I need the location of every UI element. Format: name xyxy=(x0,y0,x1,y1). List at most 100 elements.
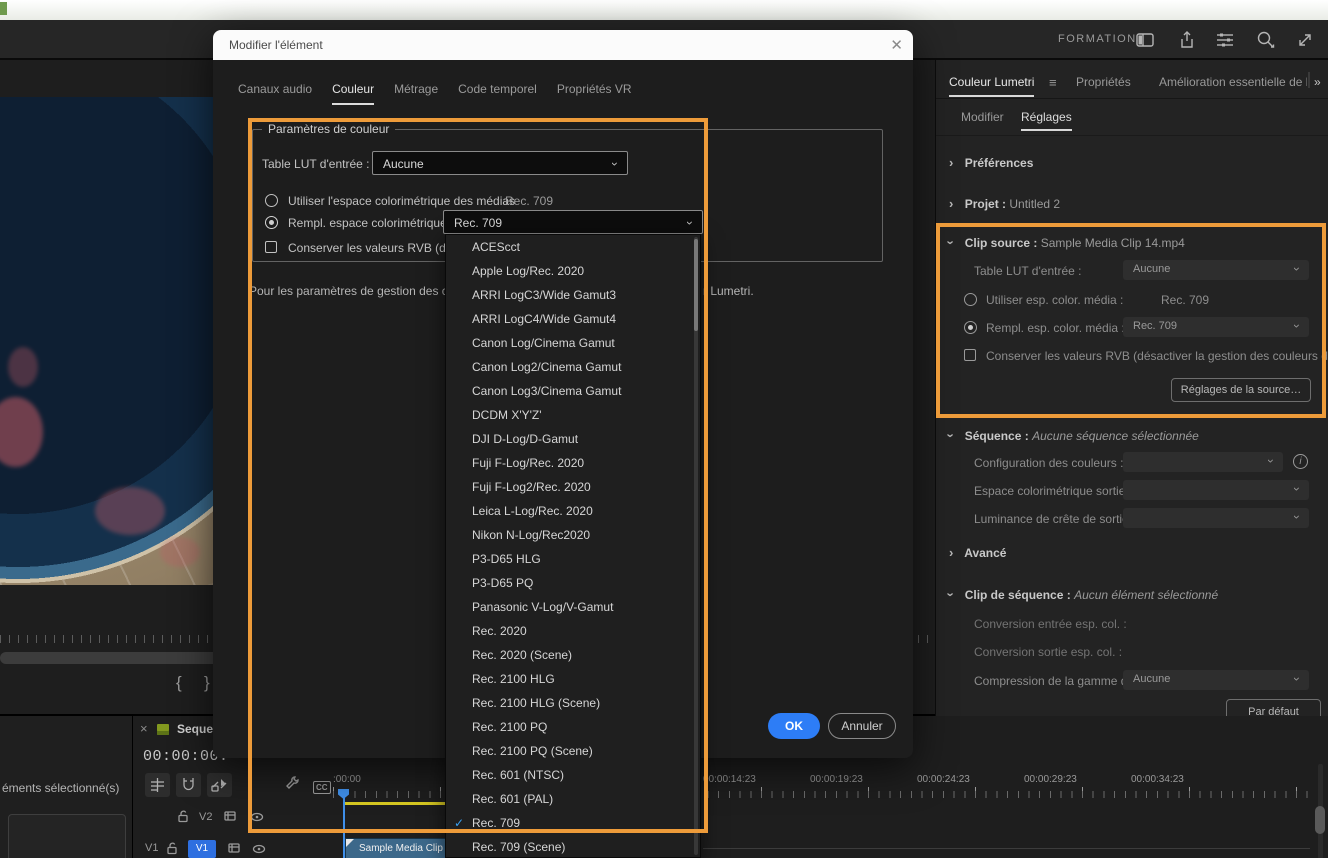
dropdown-item[interactable]: Fuji F-Log2/Rec. 2020 xyxy=(446,475,700,499)
section-project[interactable]: › Projet : Untitled 2 xyxy=(949,196,1060,211)
captions-icon[interactable]: CC xyxy=(313,777,331,795)
dialog-tab[interactable]: Propriétés VR xyxy=(557,82,632,105)
search-icon[interactable] xyxy=(1254,29,1276,51)
dialog-tab[interactable]: Couleur xyxy=(332,82,374,105)
tab-proprietes[interactable]: Propriétés xyxy=(1076,75,1131,89)
clip-fx-badge xyxy=(346,839,354,847)
dropdown-item[interactable]: Nikon N-Log/Rec2020 xyxy=(446,523,700,547)
default-button[interactable]: Par défaut xyxy=(1226,699,1321,716)
workspace-label[interactable]: FORMATION xyxy=(1058,33,1137,45)
dropdown-item[interactable]: ✓Rec. 709 xyxy=(446,811,700,835)
ok-button[interactable]: OK xyxy=(768,713,820,739)
mark-out-icon[interactable]: } xyxy=(204,673,210,693)
linked-selection-button[interactable] xyxy=(207,773,232,797)
dropdown-item[interactable]: Rec. 2100 PQ (Scene) xyxy=(446,739,700,763)
dropdown-item[interactable]: DCDM X'Y'Z' xyxy=(446,403,700,427)
nest-sequence-button[interactable] xyxy=(145,773,170,797)
sync-lock-icon[interactable] xyxy=(227,841,241,858)
dropdown-item[interactable]: P3-D65 HLG xyxy=(446,547,700,571)
dropdown-item[interactable]: Rec. 601 (NTSC) xyxy=(446,763,700,787)
dialog-tab[interactable]: Canaux audio xyxy=(238,82,312,105)
dialog-tab[interactable]: Métrage xyxy=(394,82,438,105)
source-v1-label[interactable]: V1 xyxy=(145,842,158,854)
panel-menu-icon[interactable]: ≡ xyxy=(1049,75,1057,90)
use-media-value: Rec. 709 xyxy=(505,194,553,208)
dropdown-item[interactable]: Rec. 709 (Scene) xyxy=(446,835,700,858)
panel-overflow-icon[interactable]: » xyxy=(1314,75,1321,89)
dropdown-item[interactable]: Rec. 2020 xyxy=(446,619,700,643)
dropdown-item[interactable]: Rec. 2100 PQ xyxy=(446,715,700,739)
subtab-reglages[interactable]: Réglages xyxy=(1021,110,1072,131)
dialog-tab[interactable]: Code temporel xyxy=(458,82,537,105)
tab-couleur-lumetri[interactable]: Couleur Lumetri xyxy=(949,75,1034,97)
clipped-panel-box xyxy=(8,814,126,858)
lut-select[interactable]: Aucune › xyxy=(372,151,628,175)
info-icon[interactable]: i xyxy=(1293,454,1308,469)
override-radio[interactable] xyxy=(964,321,977,334)
dropdown-item[interactable]: Canon Log/Cinema Gamut xyxy=(446,331,700,355)
section-clip-source[interactable]: › Clip source : Sample Media Clip 14.mp4 xyxy=(949,235,1185,250)
section-advanced[interactable]: › Avancé xyxy=(949,545,1006,560)
chevron-down-icon: › xyxy=(1290,324,1304,328)
section-preferences[interactable]: › Préférences xyxy=(949,155,1033,170)
fullscreen-icon[interactable] xyxy=(1294,29,1316,51)
close-icon[interactable]: × xyxy=(140,721,148,736)
dropdown-item[interactable]: P3-D65 PQ xyxy=(446,571,700,595)
use-media-radio[interactable] xyxy=(265,194,278,207)
dropdown-item[interactable]: Rec. 2100 HLG (Scene) xyxy=(446,691,700,715)
snap-button[interactable] xyxy=(176,773,201,797)
settings-sliders-icon[interactable] xyxy=(1214,29,1236,51)
eye-icon[interactable] xyxy=(250,810,264,829)
dropdown-item[interactable]: Rec. 2100 HLG xyxy=(446,667,700,691)
divider xyxy=(936,98,1328,99)
tab-amelioration[interactable]: Amélioration essentielle de l'a xyxy=(1159,75,1307,89)
output-space-select[interactable]: › xyxy=(1123,480,1309,500)
chevron-down-icon: › xyxy=(944,592,959,596)
override-select-open[interactable]: Rec. 709 › xyxy=(443,210,703,234)
dropdown-item[interactable]: Fuji F-Log/Rec. 2020 xyxy=(446,451,700,475)
mark-in-icon[interactable]: { xyxy=(176,673,182,693)
sync-lock-icon[interactable] xyxy=(223,809,237,828)
gamut-compression-select[interactable]: Aucune › xyxy=(1123,670,1309,690)
dropdown-item[interactable]: ARRI LogC3/Wide Gamut3 xyxy=(446,283,700,307)
eye-icon[interactable] xyxy=(252,842,266,858)
dropdown-item[interactable]: Panasonic V-Log/V-Gamut xyxy=(446,595,700,619)
color-setup-select[interactable]: › xyxy=(1123,452,1283,472)
lock-icon[interactable] xyxy=(165,841,179,858)
lock-icon[interactable] xyxy=(176,809,190,828)
dropdown-item[interactable]: ARRI LogC4/Wide Gamut4 xyxy=(446,307,700,331)
timeline-vscrollbar-thumb[interactable] xyxy=(1315,806,1325,834)
cancel-button[interactable]: Annuler xyxy=(828,713,896,739)
export-icon[interactable] xyxy=(1176,29,1198,51)
wrench-icon[interactable] xyxy=(285,775,301,796)
override-label: Rempl. esp. color. média : xyxy=(986,321,1125,335)
dropdown-item[interactable]: Canon Log2/Cinema Gamut xyxy=(446,355,700,379)
subtab-modifier[interactable]: Modifier xyxy=(961,110,1004,124)
dropdown-item[interactable]: Rec. 2020 (Scene) xyxy=(446,643,700,667)
dialog-titlebar[interactable]: Modifier l'élément ✕ xyxy=(213,30,913,60)
override-radio[interactable] xyxy=(265,216,278,229)
section-sequence[interactable]: › Séquence : Aucune séquence sélectionné… xyxy=(949,428,1199,443)
peak-luminance-select[interactable]: › xyxy=(1123,508,1309,528)
lut-select[interactable]: Aucune › xyxy=(1123,260,1309,280)
track-v1-target[interactable]: V1 xyxy=(188,840,216,858)
source-settings-button[interactable]: Réglages de la source… xyxy=(1171,378,1311,402)
workspaces-icon[interactable] xyxy=(1134,29,1156,51)
section-sequence-clip[interactable]: › Clip de séquence : Aucun élément sélec… xyxy=(949,587,1218,602)
dropdown-item[interactable]: DJI D-Log/D-Gamut xyxy=(446,427,700,451)
dropdown-item[interactable]: Apple Log/Rec. 2020 xyxy=(446,259,700,283)
close-icon[interactable]: ✕ xyxy=(890,36,903,54)
dropdown-item[interactable]: ACEScct xyxy=(446,235,700,259)
override-select[interactable]: Rec. 709 › xyxy=(1123,317,1309,337)
dropdown-scrollbar-thumb[interactable] xyxy=(694,239,698,331)
track-v2-label[interactable]: V2 xyxy=(199,811,212,823)
use-media-radio[interactable] xyxy=(964,293,977,306)
chevron-right-icon: › xyxy=(949,545,953,560)
preserve-rgb-checkbox[interactable] xyxy=(964,349,976,361)
tab-sequence[interactable]: Seque xyxy=(177,722,213,736)
preserve-rgb-checkbox[interactable] xyxy=(265,241,277,253)
dropdown-item[interactable]: Leica L-Log/Rec. 2020 xyxy=(446,499,700,523)
dropdown-item[interactable]: Canon Log3/Cinema Gamut xyxy=(446,379,700,403)
dropdown-item[interactable]: Rec. 601 (PAL) xyxy=(446,787,700,811)
divider xyxy=(936,135,1328,136)
